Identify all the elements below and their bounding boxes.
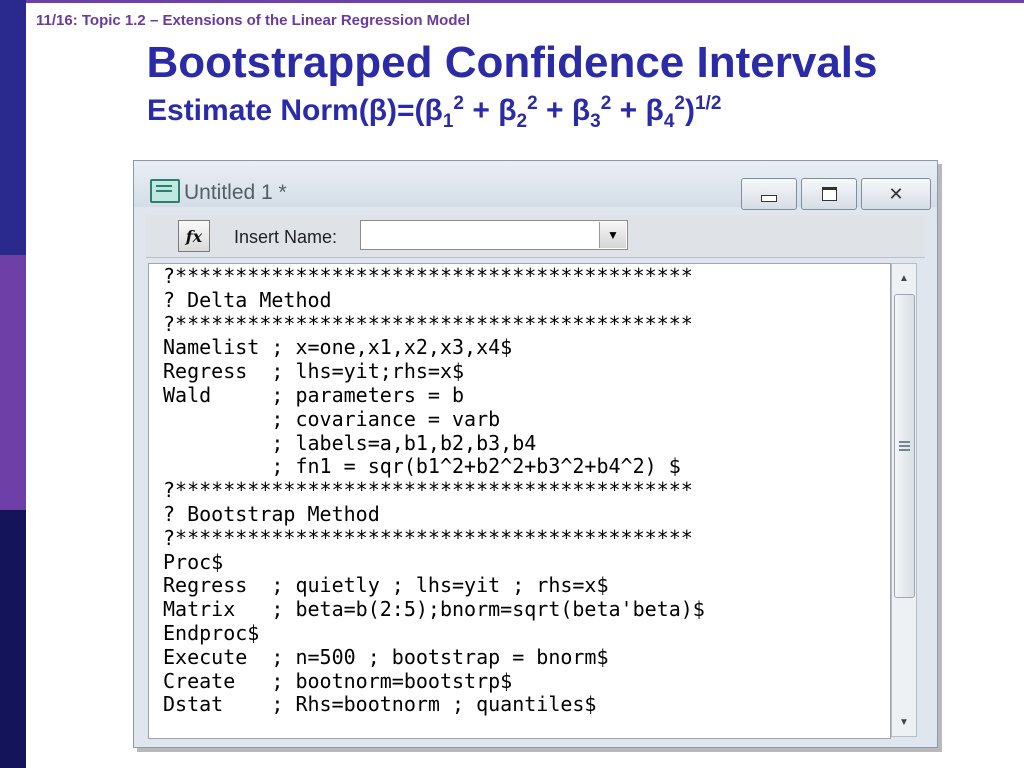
subtitle-prefix: Estimate Norm(β)=(β xyxy=(147,94,443,127)
code-line: ; fn1 = sqr(b1^2+b2^2+b3^2+b4^2) $ xyxy=(163,454,681,479)
code-line: Namelist ; x=one,x1,x2,x3,x4$ xyxy=(163,335,513,360)
subscript-4: 4 xyxy=(663,111,675,132)
slide-subtitle: Estimate Norm(β)=(β12 + β22 + β32 + β42)… xyxy=(147,93,721,133)
code-line: Matrix ; beta=b(2:5);bnorm=sqrt(beta'bet… xyxy=(163,597,705,622)
scroll-up-icon[interactable]: ▲ xyxy=(892,266,916,290)
close-icon: ✕ xyxy=(888,183,904,204)
minimize-icon xyxy=(761,194,777,202)
maximize-button[interactable] xyxy=(801,178,857,210)
code-line: ?***************************************… xyxy=(163,525,693,550)
superscript-4: 2 xyxy=(674,93,685,114)
document-icon xyxy=(150,179,180,203)
subscript-3: 3 xyxy=(590,111,601,132)
code-line: Proc$ xyxy=(163,549,224,574)
subtitle-plus-1: + β xyxy=(464,94,517,127)
code-line: Wald ; parameters = b xyxy=(163,382,465,407)
scroll-up-glyph: ▲ xyxy=(899,272,909,284)
slide-title: Bootstrapped Confidence Intervals xyxy=(146,38,878,87)
top-accent-line xyxy=(26,0,1024,3)
editor-window: Untitled 1 * ✕ fx Insert Name: ▼ ?******… xyxy=(133,160,938,748)
side-band-bottom xyxy=(0,510,26,768)
code-lines: ?***************************************… xyxy=(149,264,890,717)
dropdown-arrow-icon[interactable]: ▼ xyxy=(599,222,626,248)
code-line: Execute ; n=500 ; bootstrap = bnorm$ xyxy=(163,644,609,669)
dropdown-arrow-glyph: ▼ xyxy=(607,228,619,242)
insert-name-label: Insert Name: xyxy=(234,227,338,247)
code-line: ; covariance = varb xyxy=(163,406,501,431)
editor-toolbar: fx Insert Name: ▼ xyxy=(146,215,925,258)
subscript-1: 1 xyxy=(442,111,454,132)
close-button[interactable]: ✕ xyxy=(861,178,931,210)
code-editor[interactable]: ?***************************************… xyxy=(148,263,891,739)
code-line: Create ; bootnorm=bootstrp$ xyxy=(163,668,513,693)
function-button[interactable]: fx xyxy=(178,220,210,252)
code-line: ?***************************************… xyxy=(163,478,693,503)
superscript-1: 2 xyxy=(453,93,464,114)
code-line: Regress ; lhs=yit;rhs=x$ xyxy=(163,359,465,384)
scrollbar-thumb[interactable] xyxy=(894,294,915,598)
code-line: ?***************************************… xyxy=(163,311,693,336)
window-title: Untitled 1 * xyxy=(184,181,287,204)
superscript-3: 2 xyxy=(600,93,612,114)
insert-name-dropdown[interactable]: ▼ xyxy=(360,220,628,250)
scroll-down-glyph: ▼ xyxy=(899,716,909,728)
slide-breadcrumb: 11/16: Topic 1.2 – Extensions of the Lin… xyxy=(36,12,471,29)
code-line: ?***************************************… xyxy=(163,264,693,288)
code-line: ? Delta Method xyxy=(163,287,332,312)
subtitle-plus-3: + β xyxy=(611,94,664,127)
subtitle-close: ) xyxy=(684,94,695,127)
minimize-button[interactable] xyxy=(741,178,797,210)
window-titlebar[interactable]: Untitled 1 * ✕ xyxy=(134,161,937,210)
code-line: Regress ; quietly ; lhs=yit ; rhs=x$ xyxy=(163,573,609,598)
side-band-middle xyxy=(0,255,26,510)
subscript-2: 2 xyxy=(516,111,528,132)
superscript-root: 1/2 xyxy=(694,93,722,114)
superscript-2: 2 xyxy=(527,93,538,114)
vertical-scrollbar[interactable]: ▲ ▼ xyxy=(891,263,917,737)
code-line: ; labels=a,b1,b2,b3,b4 xyxy=(163,430,537,455)
grip-icon xyxy=(899,445,910,447)
scroll-down-icon[interactable]: ▼ xyxy=(892,710,916,734)
code-line: Dstat ; Rhs=bootnorm ; quantiles$ xyxy=(163,692,597,717)
code-line: ? Bootstrap Method xyxy=(163,501,380,526)
subtitle-plus-2: + β xyxy=(537,94,591,127)
maximize-icon xyxy=(821,187,837,201)
code-line: Endproc$ xyxy=(163,620,260,645)
function-icon: fx xyxy=(185,226,203,246)
